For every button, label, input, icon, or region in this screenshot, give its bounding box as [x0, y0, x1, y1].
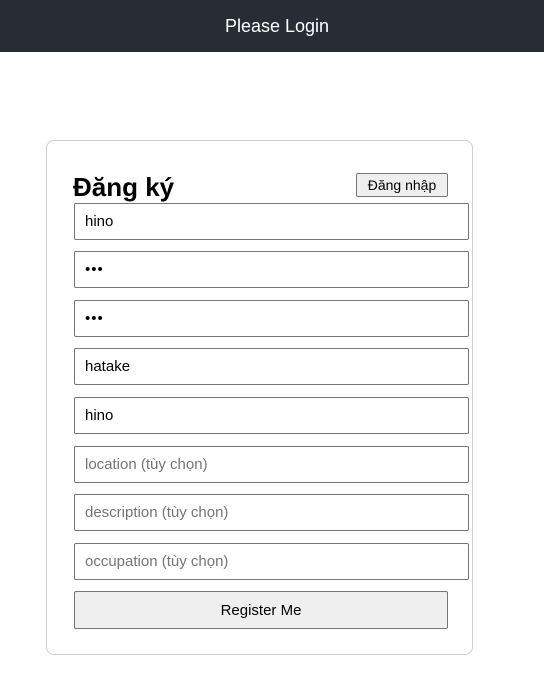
- description-field[interactable]: [74, 494, 469, 531]
- first-name-field[interactable]: [74, 397, 469, 434]
- switch-to-login-button[interactable]: Đăng nhập: [356, 173, 448, 197]
- password-field[interactable]: [74, 251, 469, 288]
- username-field[interactable]: [74, 203, 469, 240]
- occupation-field[interactable]: [74, 543, 469, 580]
- register-button[interactable]: Register Me: [74, 591, 448, 629]
- form-title: Đăng ký: [73, 172, 175, 202]
- top-navbar: Please Login: [0, 0, 544, 52]
- navbar-title: Please Login: [224, 15, 330, 36]
- location-field[interactable]: [74, 446, 469, 483]
- confirm-password-field[interactable]: [74, 300, 469, 337]
- register-form-card: Đăng ký Đăng nhập Register Me: [46, 140, 473, 655]
- last-name-field[interactable]: [74, 348, 469, 385]
